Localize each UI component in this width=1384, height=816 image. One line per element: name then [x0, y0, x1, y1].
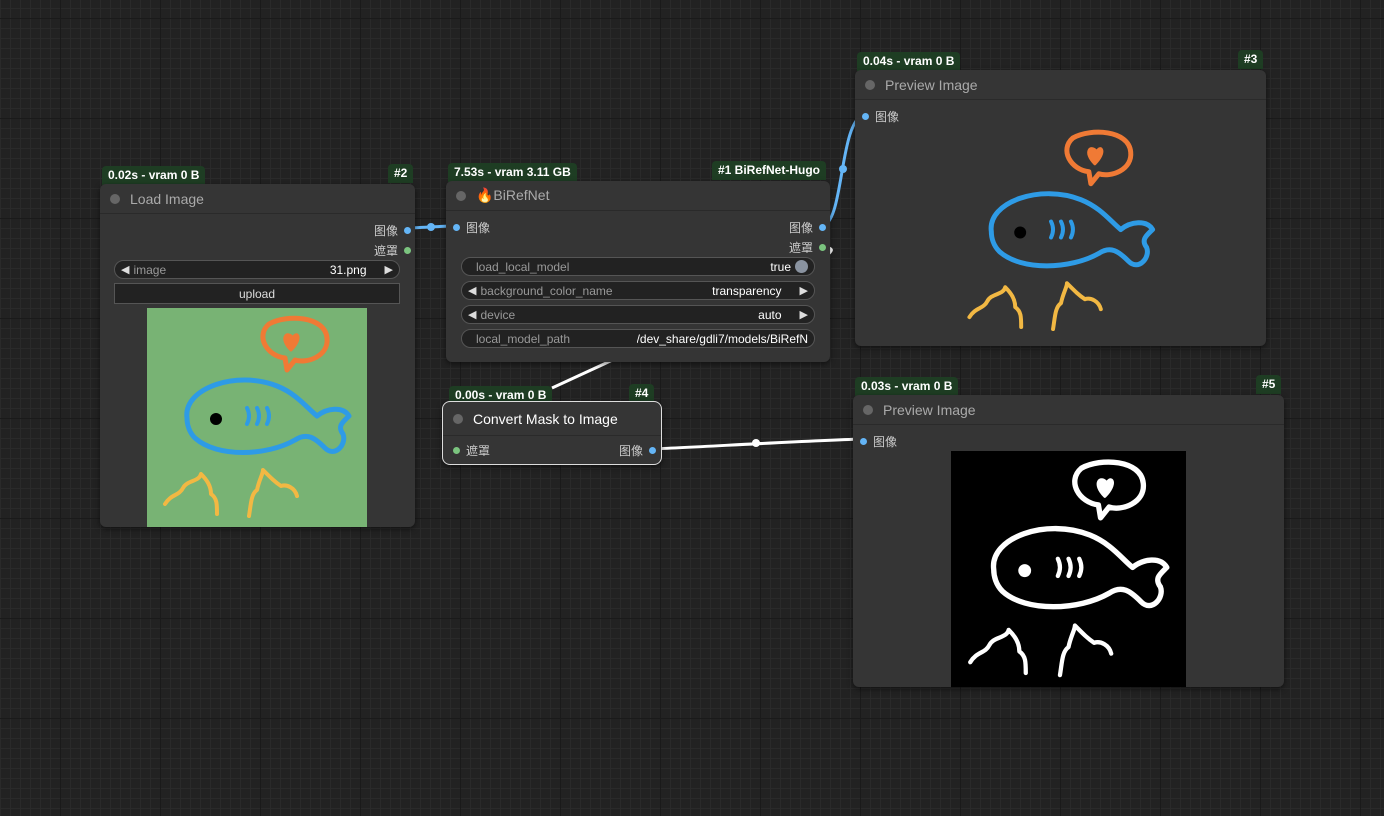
node-title: Preview Image — [883, 401, 976, 418]
node-title-bar[interactable]: Load Image — [100, 184, 415, 214]
input-pin-icon[interactable] — [862, 113, 869, 120]
input-slot-image[interactable]: 图像 — [860, 433, 897, 450]
output-slot-image[interactable]: 图像 — [619, 442, 656, 459]
slot-label: 图像 — [788, 221, 813, 235]
slot-label: 遮罩 — [788, 241, 813, 255]
input-slot-mask[interactable]: 遮罩 — [453, 442, 490, 459]
arrow-left-icon[interactable]: ◀ — [121, 263, 129, 276]
input-slot-image[interactable]: 图像 — [862, 108, 899, 125]
node-title-bar[interactable]: Convert Mask to Image — [443, 402, 661, 436]
widget-label: device — [480, 307, 516, 322]
image-combo-widget[interactable]: ◀ image 31.png ▶ — [114, 260, 400, 279]
input-pin-icon[interactable] — [453, 224, 460, 231]
node-title: Preview Image — [885, 76, 978, 93]
output-pin-icon[interactable] — [404, 247, 411, 254]
output-pin-icon[interactable] — [404, 227, 411, 234]
convert-mask-to-image-node[interactable]: Convert Mask to Image 遮罩 图像 — [442, 401, 662, 465]
arrow-left-icon[interactable]: ◀ — [468, 284, 476, 297]
slot-label: 图像 — [875, 110, 900, 124]
collapse-dot-icon[interactable] — [453, 413, 463, 424]
output-slot-mask[interactable]: 遮罩 — [374, 242, 411, 259]
collapse-dot-icon[interactable] — [110, 193, 120, 204]
output-pin-icon[interactable] — [819, 244, 826, 251]
widget-value: /dev_share/gdli7/models/BiRefN — [636, 331, 808, 346]
background-color-combo[interactable]: ◀ background_color_name transparency ▶ — [461, 281, 815, 300]
slot-label: 图像 — [466, 221, 491, 235]
output-pin-icon[interactable] — [819, 224, 826, 231]
collapse-dot-icon[interactable] — [863, 404, 873, 415]
collapse-dot-icon[interactable] — [865, 79, 875, 90]
device-combo[interactable]: ◀ device auto ▶ — [461, 305, 815, 324]
loaded-image-preview — [147, 308, 367, 527]
node-id-badge: #2 — [388, 164, 414, 183]
node-timing-badge: 0.04s - vram 0 B — [857, 52, 961, 71]
widget-label: image — [133, 262, 167, 277]
slot-label: 图像 — [373, 224, 398, 238]
preview-image-node-5[interactable]: Preview Image 图像 — [853, 395, 1284, 687]
output-slot-mask[interactable]: 遮罩 — [789, 239, 826, 256]
node-id-badge: #3 — [1238, 50, 1264, 69]
slot-label: 遮罩 — [373, 244, 398, 258]
node-title-bar[interactable]: Preview Image — [855, 70, 1266, 100]
node-title-bar[interactable]: 🔥BiRefNet — [446, 181, 830, 211]
node-timing-badge: 7.53s - vram 3.11 GB — [448, 163, 577, 182]
input-pin-icon[interactable] — [860, 438, 867, 445]
local-model-path-field[interactable]: local_model_path /dev_share/gdli7/models… — [461, 329, 815, 348]
slot-label: 遮罩 — [466, 444, 491, 458]
widget-value: transparency — [712, 283, 782, 298]
node-id-badge: #5 — [1256, 375, 1282, 394]
preview-output-image — [967, 129, 1156, 332]
output-slot-image[interactable]: 图像 — [789, 219, 826, 236]
arrow-left-icon[interactable]: ◀ — [468, 308, 476, 321]
mask-preview-image — [951, 451, 1186, 687]
node-title: Convert Mask to Image — [473, 410, 618, 427]
widget-value: 31.png — [329, 262, 367, 277]
input-slot-image[interactable]: 图像 — [453, 219, 490, 236]
arrow-right-icon[interactable]: ▶ — [385, 263, 393, 276]
collapse-dot-icon[interactable] — [456, 190, 466, 201]
widget-label: load_local_model — [476, 259, 570, 274]
load-image-node[interactable]: Load Image 图像 遮罩 ◀ image 31.png ▶ upload — [100, 184, 415, 527]
preview-image-node-3[interactable]: Preview Image 图像 — [855, 70, 1266, 346]
arrow-right-icon[interactable]: ▶ — [800, 308, 808, 321]
slot-label: 图像 — [873, 435, 898, 449]
arrow-right-icon[interactable]: ▶ — [800, 284, 808, 297]
output-pin-icon[interactable] — [649, 447, 656, 454]
node-timing-badge: 0.03s - vram 0 B — [855, 377, 959, 396]
node-timing-badge: 0.02s - vram 0 B — [102, 166, 206, 185]
birefnet-node[interactable]: 🔥BiRefNet 图像 图像 遮罩 load_local_model true… — [446, 181, 830, 362]
node-id-badge: #1 BiRefNet-Hugo — [712, 161, 827, 180]
widget-label: local_model_path — [476, 331, 571, 346]
widget-label: background_color_name — [480, 283, 613, 298]
load-local-model-toggle[interactable]: load_local_model true — [461, 257, 815, 276]
output-slot-image[interactable]: 图像 — [374, 222, 411, 239]
node-title: Load Image — [130, 190, 204, 207]
upload-button[interactable]: upload — [114, 283, 400, 304]
widget-value: true — [770, 259, 791, 274]
node-title-bar[interactable]: Preview Image — [853, 395, 1284, 425]
input-pin-icon[interactable] — [453, 447, 460, 454]
slot-label: 图像 — [618, 444, 643, 458]
widget-value: auto — [758, 307, 782, 322]
toggle-knob-icon[interactable] — [795, 260, 808, 273]
node-title: 🔥BiRefNet — [476, 187, 550, 203]
